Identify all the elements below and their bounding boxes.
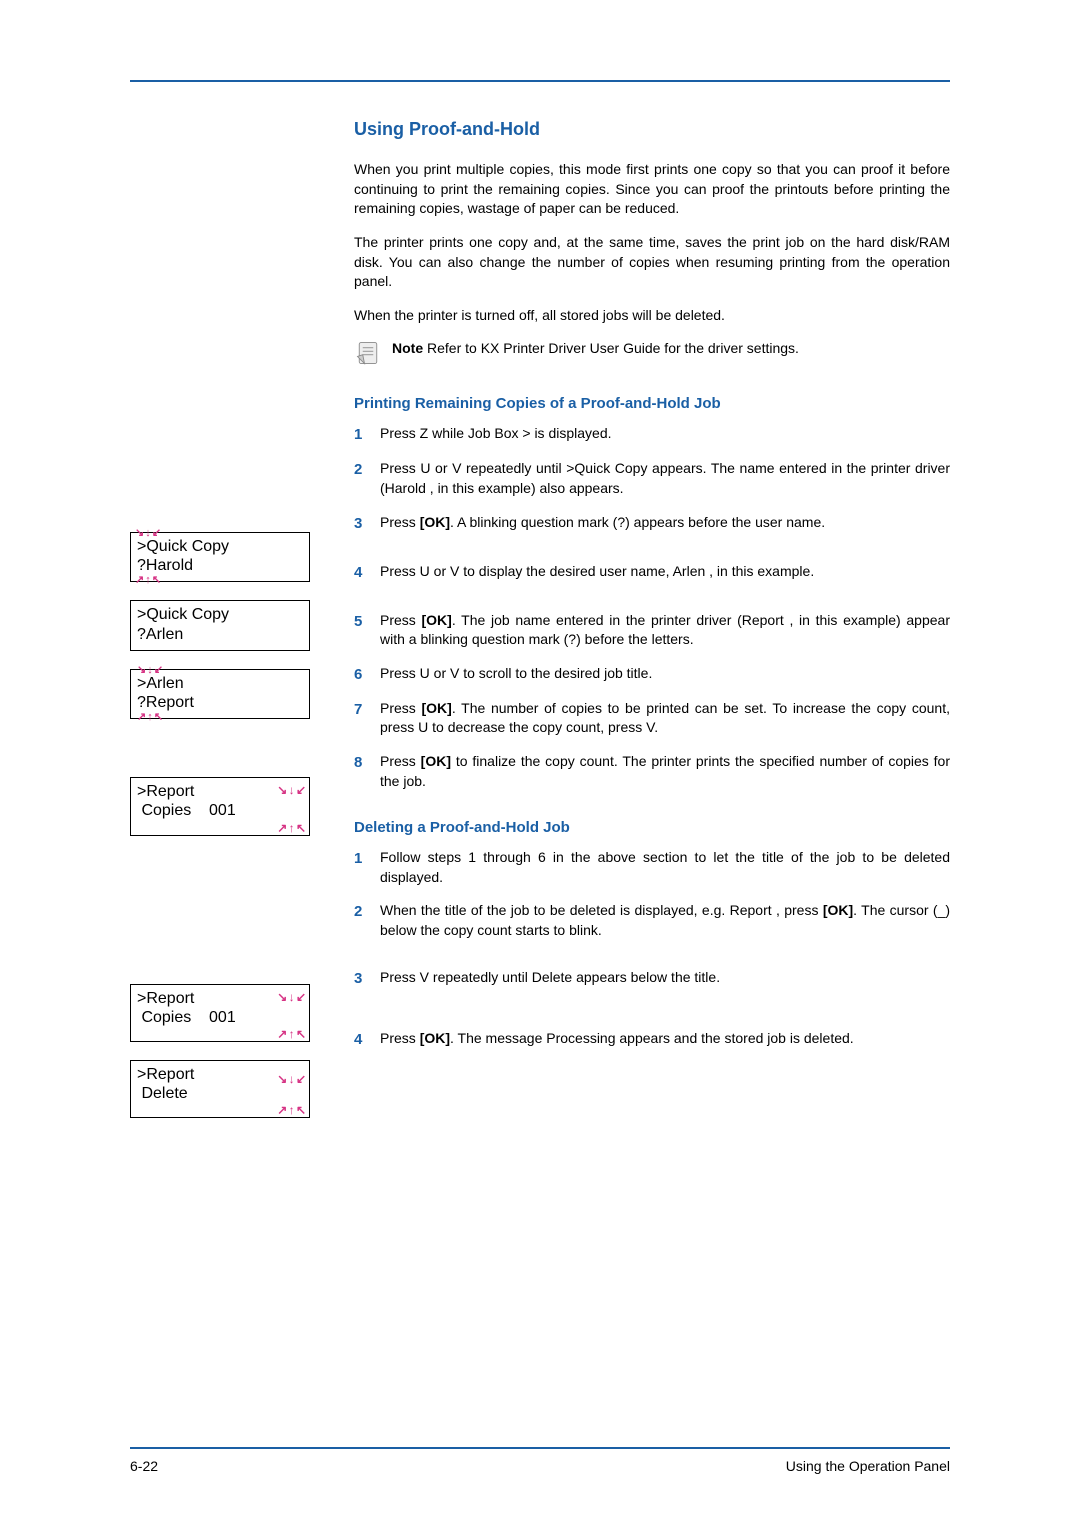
step-number: 5 [354, 611, 368, 650]
top-rule [130, 80, 950, 82]
step: 4 Press [OK]. The message Processing appe… [354, 1029, 950, 1050]
lcd-arlen-report: ↘ ↓ ↙ >Arlen ?Report ↗ ↑ ↖ [130, 669, 310, 719]
lcd-line: >Arlen [137, 674, 303, 693]
printing-steps: 1 Press Z while Job Box > is displayed. 2… [354, 424, 950, 791]
step-text: Press [OK] to finalize the copy count. T… [380, 752, 950, 791]
step-text: Press U or V repeatedly until >Quick Cop… [380, 459, 950, 498]
blink-indicator-icon: ↗ ↑ ↖ [135, 577, 160, 584]
lcd-line: ?Arlen [137, 625, 303, 644]
note-block: Note Refer to KX Printer Driver User Gui… [354, 339, 950, 367]
cursor-indicator-icon: ↗ ↑ ↖ [277, 1030, 305, 1039]
step-text: Press U or V to display the desired user… [380, 562, 950, 583]
blink-indicator-icon: ↘ ↓ ↙ [135, 530, 160, 537]
intro-paragraph: When you print multiple copies, this mod… [354, 160, 950, 219]
printing-title: Printing Remaining Copies of a Proof-and… [354, 393, 950, 414]
step: 5 Press [OK]. The job name entered in the… [354, 611, 950, 650]
step-text: Press [OK]. A blinking question mark (?)… [380, 513, 950, 534]
step: 2 Press U or V repeatedly until >Quick Co… [354, 459, 950, 498]
note-label: Note [392, 340, 423, 356]
step-text: Press [OK]. The number of copies to be p… [380, 699, 950, 738]
lcd-report-copies-2: >Report Copies 001 ↘ ↓ ↙ ↗ ↑ ↖ [130, 984, 310, 1042]
blink-indicator-icon: ↗ ↑ ↖ [137, 714, 162, 721]
step: 8 Press [OK] to finalize the copy count. … [354, 752, 950, 791]
lcd-line: >Quick Copy [137, 537, 303, 556]
lcd-quickcopy-harold: ↘ ↓ ↙ >Quick Copy ?Harold ↗ ↑ ↖ [130, 532, 310, 582]
intro-paragraph: The printer prints one copy and, at the … [354, 233, 950, 292]
cursor-indicator-icon: ↘ ↓ ↙ [277, 993, 305, 1002]
step: 4 Press U or V to display the desired use… [354, 562, 950, 583]
step-text: When the title of the job to be deleted … [380, 901, 950, 940]
lcd-column: ↘ ↓ ↙ >Quick Copy ?Harold ↗ ↑ ↖ >Quick C… [130, 117, 330, 1136]
footer-section-name: Using the Operation Panel [786, 1457, 950, 1477]
step-number: 1 [354, 848, 368, 887]
step-number: 7 [354, 699, 368, 738]
page-number: 6-22 [130, 1457, 158, 1477]
step: 6 Press U or V to scroll to the desired j… [354, 664, 950, 685]
cursor-indicator-icon: ↗ ↑ ↖ [277, 824, 305, 833]
step: 7 Press [OK]. The number of copies to be … [354, 699, 950, 738]
deleting-steps: 1 Follow steps 1 through 6 in the above s… [354, 848, 950, 1050]
step-number: 3 [354, 513, 368, 534]
step-number: 1 [354, 424, 368, 445]
lcd-report-copies-1: >Report Copies 001 ↘ ↓ ↙ ↗ ↑ ↖ [130, 777, 310, 835]
lcd-quickcopy-arlen: >Quick Copy ?Arlen [130, 600, 310, 650]
lcd-line: >Quick Copy [137, 605, 303, 624]
cursor-indicator-icon: ↘ ↓ ↙ [277, 786, 305, 795]
blink-indicator-icon: ↘ ↓ ↙ [137, 667, 162, 674]
lcd-line: Copies 001 [137, 801, 303, 820]
footer: 6-22 Using the Operation Panel [130, 1447, 950, 1477]
step-text: Press [OK]. The message Processing appea… [380, 1029, 950, 1050]
lcd-line: ?Report [137, 693, 303, 712]
cursor-indicator-icon: ↘ ↓ ↙ [277, 1075, 305, 1084]
cursor-indicator-icon: ↗ ↑ ↖ [277, 1106, 305, 1115]
footer-rule [130, 1447, 950, 1449]
step: 1 Follow steps 1 through 6 in the above s… [354, 848, 950, 887]
step: 3 Press V repeatedly until Delete appears… [354, 968, 950, 989]
step-number: 6 [354, 664, 368, 685]
step-number: 8 [354, 752, 368, 791]
body-column: Using Proof-and-Hold When you print mult… [354, 117, 950, 1136]
lcd-report-delete: >Report Delete ↘ ↓ ↙ ↗ ↑ ↖ [130, 1060, 310, 1118]
step-text: Press U or V to scroll to the desired jo… [380, 664, 950, 685]
lcd-line: ?Harold [137, 556, 303, 575]
step-number: 3 [354, 968, 368, 989]
step-text: Follow steps 1 through 6 in the above se… [380, 848, 950, 887]
deleting-title: Deleting a Proof-and-Hold Job [354, 817, 950, 838]
step: 2 When the title of the job to be deleted… [354, 901, 950, 940]
step-text: Press [OK]. The job name entered in the … [380, 611, 950, 650]
note-icon [354, 339, 382, 367]
step-number: 2 [354, 901, 368, 940]
step-text: Press V repeatedly until Delete appears … [380, 968, 950, 989]
lcd-line: Copies 001 [137, 1008, 303, 1027]
section-title: Using Proof-and-Hold [354, 117, 950, 142]
note-text: Note Refer to KX Printer Driver User Gui… [392, 339, 950, 359]
step-number: 4 [354, 562, 368, 583]
note-body: Refer to KX Printer Driver User Guide fo… [423, 340, 799, 356]
intro-paragraph: When the printer is turned off, all stor… [354, 306, 950, 326]
step: 3 Press [OK]. A blinking question mark (?… [354, 513, 950, 534]
step: 1 Press Z while Job Box > is displayed. [354, 424, 950, 445]
step-text: Press Z while Job Box > is displayed. [380, 424, 950, 445]
step-number: 2 [354, 459, 368, 498]
lcd-line: Delete [137, 1084, 303, 1103]
step-number: 4 [354, 1029, 368, 1050]
